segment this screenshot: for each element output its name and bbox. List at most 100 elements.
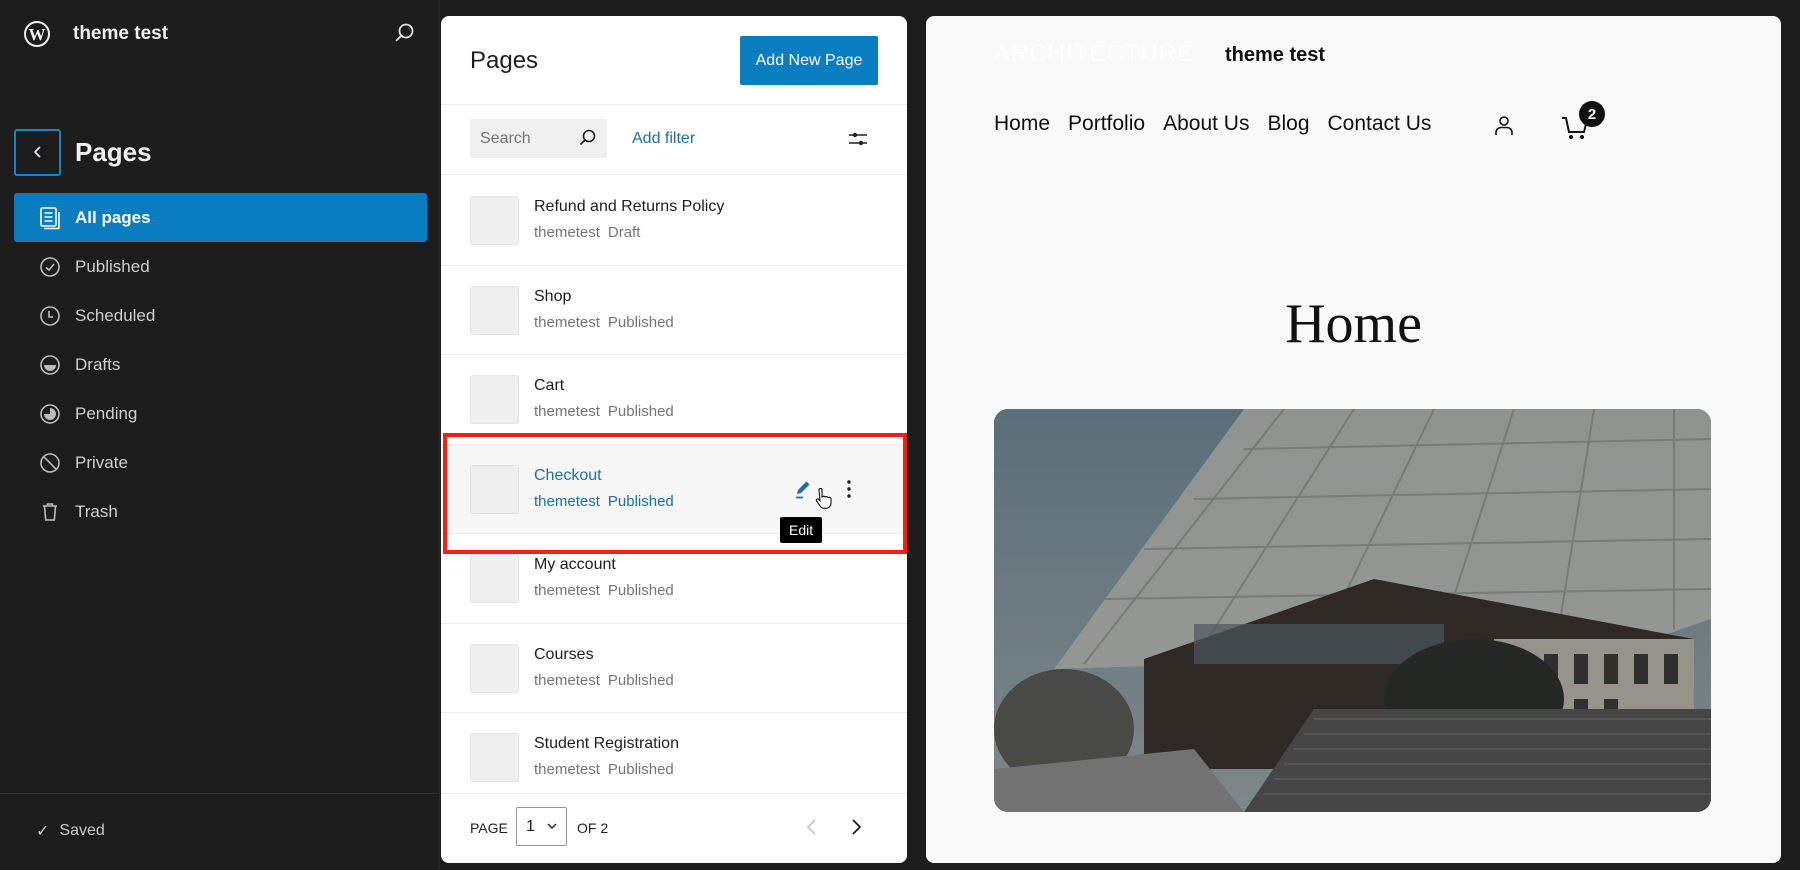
page-title[interactable]: Cart xyxy=(534,377,564,395)
page-meta: themetest Published xyxy=(534,761,674,778)
preview-logo[interactable]: ARCHITECTURE xyxy=(994,40,1194,68)
page-thumbnail xyxy=(470,554,519,603)
page-author: themetest xyxy=(534,492,600,510)
sidebar-item-drafts[interactable]: Drafts xyxy=(14,340,427,389)
page-author: themetest xyxy=(534,224,600,241)
pages-icon xyxy=(38,206,62,230)
list-item[interactable]: Refund and Returns Policy themetest Draft xyxy=(441,176,907,266)
page-status: Published xyxy=(607,671,674,689)
sidebar-item-private[interactable]: Private xyxy=(14,438,427,487)
page-meta: themetest Draft xyxy=(534,224,640,241)
view-options-icon[interactable] xyxy=(847,128,869,150)
page-author: themetest xyxy=(534,403,600,420)
trash-icon xyxy=(38,500,62,524)
add-new-page-button[interactable]: Add New Page xyxy=(740,36,878,85)
nav-link-home[interactable]: Home xyxy=(994,112,1050,136)
sidebar-item-label: Drafts xyxy=(75,354,121,374)
sidebar: W theme test Pages All pages Published S… xyxy=(0,0,440,870)
search-field[interactable] xyxy=(470,119,607,158)
page-thumbnail xyxy=(470,464,519,514)
pages-list: Refund and Returns Policy themetest Draft… xyxy=(441,176,907,803)
page-status: Published xyxy=(607,582,674,599)
panel-header: Pages Add New Page xyxy=(441,16,907,105)
page-status: Published xyxy=(607,492,674,510)
chevron-down-icon xyxy=(547,823,557,829)
page-meta: themetest Published xyxy=(534,672,674,689)
list-item[interactable]: Courses themetest Published xyxy=(441,624,907,713)
list-item[interactable]: Checkout themetest Published Edit xyxy=(441,444,907,543)
search-icon[interactable] xyxy=(393,22,415,44)
search-icon[interactable] xyxy=(577,128,597,148)
user-account-icon[interactable] xyxy=(1491,113,1517,139)
page-label: PAGE xyxy=(470,820,508,836)
search-input[interactable] xyxy=(480,129,575,148)
nav-link-about-us[interactable]: About Us xyxy=(1163,112,1249,136)
panel-title: Pages xyxy=(470,47,539,74)
sidebar-item-label: Pending xyxy=(75,403,138,423)
svg-text:W: W xyxy=(29,25,46,44)
sidebar-title: Pages xyxy=(75,136,152,167)
list-item[interactable]: Shop themetest Published xyxy=(441,266,907,355)
page-thumbnail xyxy=(470,196,519,245)
sidebar-footer: ✓ Saved xyxy=(0,793,440,870)
site-name[interactable]: theme test xyxy=(73,23,168,45)
page-thumbnail xyxy=(470,375,519,424)
page-meta: themetest Published xyxy=(534,403,674,420)
page-title[interactable]: Student Registration xyxy=(534,735,679,753)
page-meta: themetest Published xyxy=(534,314,674,331)
sidebar-item-label: Private xyxy=(75,452,128,472)
sidebar-section-header: Pages xyxy=(14,128,152,176)
sidebar-item-all-pages[interactable]: All pages xyxy=(14,193,427,242)
sidebar-item-published[interactable]: Published xyxy=(14,242,427,291)
private-icon xyxy=(38,451,62,475)
save-status-label: Saved xyxy=(59,822,105,839)
page-title[interactable]: My account xyxy=(534,556,616,574)
page-meta: themetest Published xyxy=(534,582,674,599)
page-thumbnail xyxy=(470,733,519,782)
page-thumbnail xyxy=(470,285,519,335)
cart-count-badge: 2 xyxy=(1579,101,1605,127)
list-item[interactable]: Student Registration themetest Published xyxy=(441,713,907,803)
back-button[interactable] xyxy=(14,128,61,176)
sidebar-item-pending[interactable]: Pending xyxy=(14,389,427,438)
sidebar-item-label: Published xyxy=(75,256,150,276)
page-status: Published xyxy=(607,403,674,420)
page-meta: themetest Published xyxy=(534,493,674,510)
sidebar-item-trash[interactable]: Trash xyxy=(14,487,427,536)
save-status: ✓ Saved xyxy=(36,821,105,841)
panel-toolbar: Add filter xyxy=(441,105,907,175)
more-options-icon[interactable] xyxy=(837,477,861,501)
next-page-button[interactable] xyxy=(846,817,866,837)
hand-cursor-icon xyxy=(815,487,832,509)
sidebar-item-label: Trash xyxy=(75,501,118,521)
preview-page-title: Home xyxy=(1285,293,1422,355)
page-title[interactable]: Checkout xyxy=(534,467,602,485)
nav-link-contact-us[interactable]: Contact Us xyxy=(1328,112,1432,136)
page-title[interactable]: Refund and Returns Policy xyxy=(534,198,724,216)
page-title[interactable]: Courses xyxy=(534,646,594,664)
page-status: Draft xyxy=(607,224,641,241)
preview-site-title[interactable]: theme test xyxy=(1225,44,1325,67)
edit-pencil-icon[interactable] xyxy=(791,477,815,501)
page-author: themetest xyxy=(534,671,600,689)
page-count-label: OF 2 xyxy=(577,820,609,836)
sidebar-item-scheduled[interactable]: Scheduled xyxy=(14,291,427,340)
list-item[interactable]: My account themetest Published xyxy=(441,534,907,624)
nav-link-blog[interactable]: Blog xyxy=(1267,112,1309,136)
wordpress-logo-icon[interactable]: W xyxy=(24,21,50,47)
sidebar-item-label: All pages xyxy=(75,207,151,227)
building-photo xyxy=(994,409,1711,812)
add-filter-button[interactable]: Add filter xyxy=(632,130,695,148)
list-item[interactable]: Cart themetest Published xyxy=(441,355,907,445)
page-status: Published xyxy=(607,313,674,331)
site-preview[interactable]: ARCHITECTURE theme test Home Portfolio A… xyxy=(926,16,1781,863)
previous-page-button[interactable] xyxy=(802,817,822,837)
page-thumbnail xyxy=(470,643,519,693)
page-select[interactable]: 1 xyxy=(516,807,567,846)
page-title[interactable]: Shop xyxy=(534,288,571,306)
current-page: 1 xyxy=(526,817,535,835)
sidebar-header: W theme test xyxy=(0,0,440,68)
pending-icon xyxy=(38,402,62,426)
nav-link-portfolio[interactable]: Portfolio xyxy=(1068,112,1145,136)
hero-image xyxy=(994,409,1711,812)
